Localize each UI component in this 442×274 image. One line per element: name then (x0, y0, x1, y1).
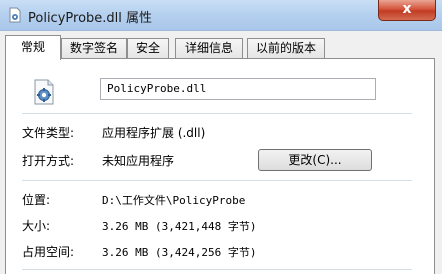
size-on-disk-value: 3.26 MB (3,424,256 字节) (102, 246, 257, 259)
location-value: D:\工作文件\PolicyProbe (102, 194, 246, 207)
tab-details[interactable]: 详细信息 (175, 38, 243, 59)
separator (22, 113, 412, 114)
file-type-value: 应用程序扩展 (.dll) (102, 126, 206, 140)
title-bar[interactable]: PolicyProbe.dll 属性 x (0, 0, 442, 31)
change-button[interactable]: 更改(C)... (258, 149, 372, 171)
separator (22, 269, 412, 270)
dll-file-icon (34, 79, 54, 105)
separator (22, 180, 412, 181)
tab-previous-versions[interactable]: 以前的版本 (247, 38, 325, 59)
window-title: PolicyProbe.dll 属性 (28, 11, 153, 26)
dll-file-icon (9, 7, 21, 23)
file-type-label: 文件类型: (22, 126, 75, 140)
size-on-disk-label: 占用空间: (22, 245, 75, 259)
opens-with-value: 未知应用程序 (102, 154, 175, 168)
size-label: 大小: (22, 219, 51, 233)
opens-with-label: 打开方式: (22, 154, 75, 168)
tab-general[interactable]: 常规 (5, 35, 61, 60)
size-value: 3.26 MB (3,421,448 字节) (102, 220, 257, 233)
location-label: 位置: (22, 193, 51, 207)
tab-digital-signatures[interactable]: 数字签名 (61, 38, 127, 59)
file-name-field[interactable]: PolicyProbe.dll (100, 78, 376, 100)
close-button[interactable]: x (378, 0, 436, 21)
tab-strip: 常规 数字签名 安全 详细信息 以前的版本 (0, 31, 442, 60)
tab-security[interactable]: 安全 (127, 38, 169, 59)
general-panel: PolicyProbe.dll 文件类型: 应用程序扩展 (.dll) 打开方式… (5, 58, 435, 274)
